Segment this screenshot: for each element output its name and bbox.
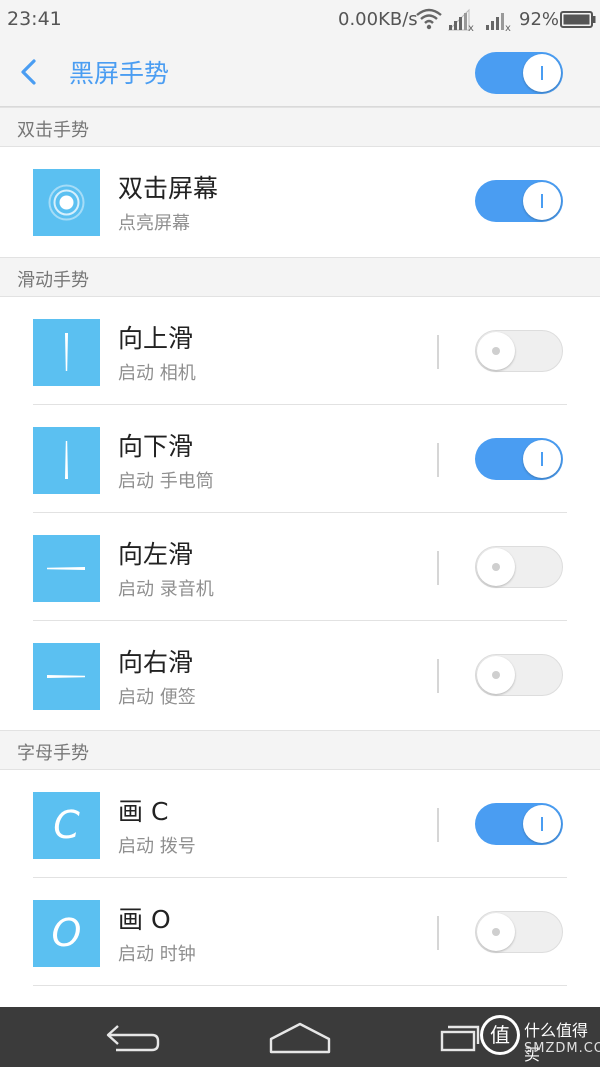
status-bar: 23:41 0.00KB/s x x 92% bbox=[0, 0, 600, 38]
double-tap-toggle[interactable] bbox=[475, 180, 563, 222]
toggle-knob bbox=[523, 440, 561, 478]
letter-o-icon: O bbox=[33, 900, 100, 967]
swipe-right-icon bbox=[33, 643, 100, 710]
swipe-down-icon bbox=[33, 427, 100, 494]
watermark: 值 什么值得买 SMZDM.COM bbox=[478, 1011, 600, 1065]
section-header-letters: 字母手势 bbox=[0, 730, 600, 770]
wifi-icon bbox=[416, 8, 442, 35]
smzdm-logo-icon: 值 bbox=[480, 1015, 520, 1055]
swipe-right-toggle[interactable] bbox=[475, 654, 563, 696]
divider bbox=[437, 916, 439, 950]
svg-text:值: 值 bbox=[490, 1023, 510, 1047]
list-item-swipe-up[interactable]: 向上滑 启动 相机 bbox=[0, 297, 600, 405]
list-item-letter-o[interactable]: O 画 O 启动 时钟 bbox=[0, 878, 600, 986]
letter-c-icon: C bbox=[33, 792, 100, 859]
item-subtitle: 启动 手电筒 bbox=[118, 471, 214, 492]
signal-icon-2: x bbox=[484, 8, 512, 37]
signal-icon: x bbox=[447, 8, 475, 37]
back-arrow-icon bbox=[21, 59, 36, 85]
toggle-knob bbox=[523, 805, 561, 843]
swipe-up-icon bbox=[33, 319, 100, 386]
item-title: 向右滑 bbox=[118, 648, 194, 677]
item-subtitle: 启动 时钟 bbox=[118, 944, 196, 965]
battery-icon bbox=[560, 11, 596, 33]
master-toggle[interactable] bbox=[475, 52, 563, 94]
item-subtitle: 启动 录音机 bbox=[118, 579, 214, 600]
icon-letter: C bbox=[53, 803, 80, 847]
section-header-double-tap: 双击手势 bbox=[0, 107, 600, 147]
item-subtitle: 启动 相机 bbox=[118, 363, 196, 384]
item-title: 双击屏幕 bbox=[118, 174, 219, 203]
list-item-letter-c[interactable]: C 画 C 启动 拨号 bbox=[0, 770, 600, 878]
toggle-knob bbox=[477, 913, 515, 951]
item-subtitle: 点亮屏幕 bbox=[118, 213, 190, 234]
item-subtitle: 启动 拨号 bbox=[118, 836, 196, 857]
item-title: 向左滑 bbox=[118, 540, 194, 569]
item-title: 向下滑 bbox=[118, 432, 194, 461]
header: 黑屏手势 bbox=[0, 38, 600, 107]
divider bbox=[437, 808, 439, 842]
divider bbox=[437, 659, 439, 693]
swipe-down-toggle[interactable] bbox=[475, 438, 563, 480]
list-item-swipe-left[interactable]: 向左滑 启动 录音机 bbox=[0, 513, 600, 621]
section-header-swipe: 滑动手势 bbox=[0, 257, 600, 297]
toggle-knob bbox=[477, 548, 515, 586]
svg-text:x: x bbox=[505, 23, 511, 32]
toggle-knob bbox=[477, 656, 515, 694]
watermark-domain: SMZDM.COM bbox=[524, 1041, 600, 1056]
swipe-up-toggle[interactable] bbox=[475, 330, 563, 372]
item-subtitle: 启动 便签 bbox=[118, 687, 196, 708]
network-speed: 0.00KB/s bbox=[338, 9, 418, 30]
divider bbox=[437, 551, 439, 585]
icon-letter: O bbox=[51, 911, 82, 955]
back-nav-icon[interactable] bbox=[104, 1022, 162, 1054]
item-title: 向上滑 bbox=[118, 324, 194, 353]
recent-apps-icon[interactable] bbox=[440, 1024, 480, 1054]
toggle-knob bbox=[477, 332, 515, 370]
letter-o-toggle[interactable] bbox=[475, 911, 563, 953]
home-nav-icon[interactable] bbox=[269, 1021, 331, 1055]
item-title: 画 O bbox=[118, 905, 171, 934]
section-title: 滑动手势 bbox=[17, 270, 89, 291]
list-item-swipe-down[interactable]: 向下滑 启动 手电筒 bbox=[0, 405, 600, 513]
status-time: 23:41 bbox=[7, 8, 62, 30]
svg-text:x: x bbox=[468, 23, 474, 32]
battery-percent: 92% bbox=[519, 9, 560, 30]
swipe-left-icon bbox=[33, 535, 100, 602]
double-tap-icon bbox=[33, 169, 100, 236]
toggle-knob bbox=[523, 182, 561, 220]
list-item-swipe-right[interactable]: 向右滑 启动 便签 bbox=[0, 621, 600, 729]
list-item-double-tap[interactable]: 双击屏幕 点亮屏幕 bbox=[0, 147, 600, 255]
item-title: 画 C bbox=[118, 797, 169, 826]
back-button[interactable] bbox=[14, 56, 46, 88]
divider bbox=[437, 443, 439, 477]
letter-c-toggle[interactable] bbox=[475, 803, 563, 845]
swipe-left-toggle[interactable] bbox=[475, 546, 563, 588]
section-title: 字母手势 bbox=[17, 743, 89, 764]
page-title: 黑屏手势 bbox=[69, 59, 170, 88]
toggle-knob bbox=[523, 54, 561, 92]
section-title: 双击手势 bbox=[17, 120, 89, 141]
row-divider bbox=[33, 985, 567, 986]
divider bbox=[437, 335, 439, 369]
